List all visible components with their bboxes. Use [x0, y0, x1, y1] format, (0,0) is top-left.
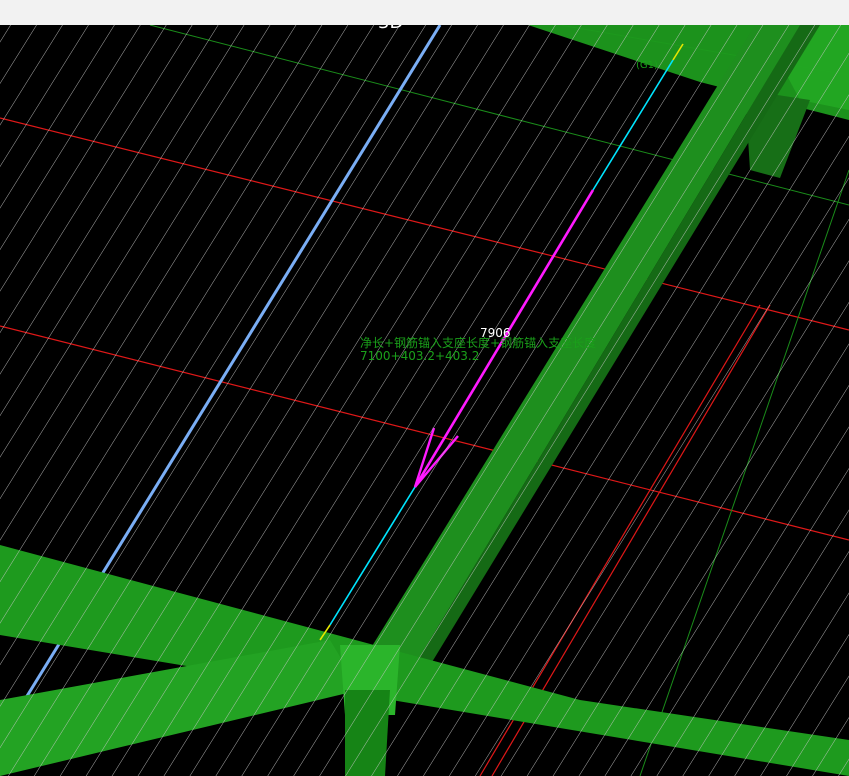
formula-values: 7100+403.2+403.2 [360, 349, 479, 363]
hatch-overlay [0, 25, 849, 776]
viewport-scene[interactable]: 3D 7906 净长+钢筋锚入支座长度+钢筋锚入支座长度 7100+403.2+… [0, 25, 849, 776]
formula-caption: 净长+钢筋锚入支座长度+钢筋锚入支座长度 [360, 335, 596, 350]
top-toolbar-strip [0, 0, 849, 25]
3d-viewport[interactable]: 3D 7906 净长+钢筋锚入支座长度+钢筋锚入支座长度 7100+403.2+… [0, 25, 849, 776]
node-label: (G1) [636, 60, 658, 71]
top-partial-label: 3D [378, 25, 403, 33]
